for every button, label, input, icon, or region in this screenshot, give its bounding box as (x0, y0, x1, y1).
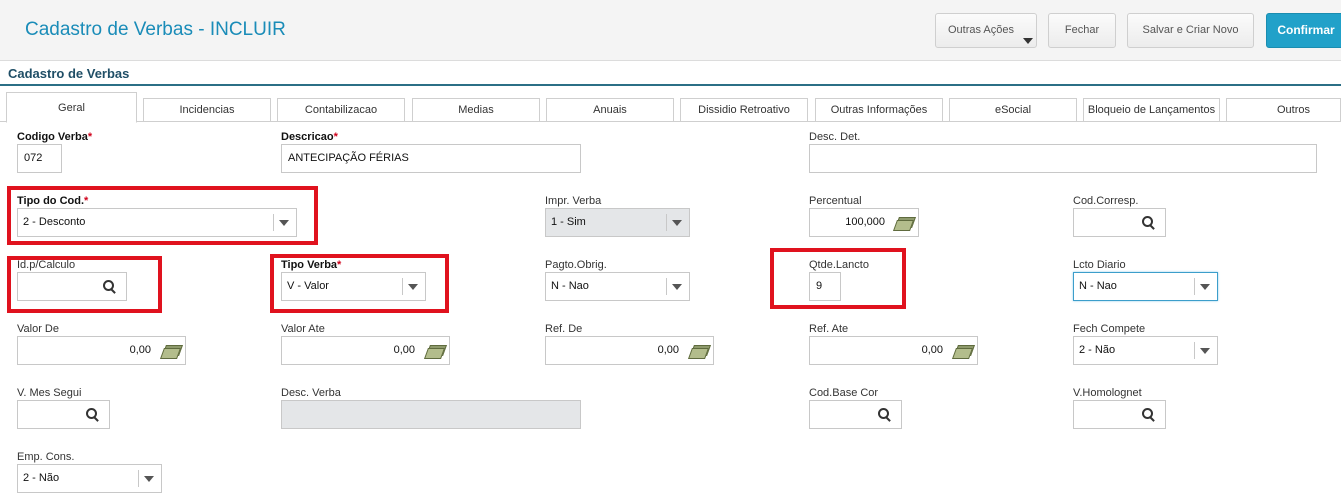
money-icon (162, 345, 181, 357)
v-mes-segui-input[interactable] (17, 400, 110, 429)
ref-de-label: Ref. De (545, 323, 583, 335)
ref-ate-calc-button[interactable] (949, 336, 978, 365)
emp-cons-select[interactable]: 2 - Não (17, 464, 162, 493)
valor-ate-label: Valor Ate (281, 323, 325, 335)
tab-bar: Geral Incidencias Contabilizacao Medias … (0, 92, 1341, 123)
valor-ate-input[interactable]: 0,00 (281, 336, 421, 365)
v-homolognet-input[interactable] (1073, 400, 1166, 429)
emp-cons-label: Emp. Cons. (17, 451, 75, 463)
percentual-label: Percentual (809, 195, 862, 207)
percentual-input[interactable]: 100,000 (809, 208, 891, 237)
valor-de-calc-button[interactable] (157, 336, 186, 365)
fech-compete-label: Fech Compete (1073, 323, 1146, 335)
highlight-tipo-verba (270, 254, 449, 313)
header-bar: Cadastro de Verbas - INCLUIR Outras Açõe… (0, 0, 1341, 61)
select-separator (1194, 342, 1195, 359)
lcto-diario-select[interactable]: N - Nao (1073, 272, 1218, 301)
chevron-down-icon[interactable] (144, 476, 154, 482)
descricao-input[interactable]: ANTECIPAÇÃO FÉRIAS (281, 144, 581, 173)
chevron-down-icon[interactable] (1200, 348, 1210, 354)
valor-de-label: Valor De (17, 323, 59, 335)
emp-cons-value: 2 - Não (23, 472, 60, 484)
tab-outras-informacoes[interactable]: Outras Informações (815, 98, 943, 122)
required-mark: * (87, 131, 93, 143)
impr-verba-value: 1 - Sim (551, 216, 586, 228)
cod-base-cor-label: Cod.Base Cor (809, 387, 879, 399)
search-icon[interactable] (86, 408, 100, 422)
v-homolognet-label: V.Homolognet (1073, 387, 1142, 399)
chevron-down-icon (1023, 38, 1033, 44)
fech-compete-value: 2 - Não (1079, 344, 1116, 356)
tab-bloqueio-lancamentos[interactable]: Bloqueio de Lançamentos (1083, 98, 1220, 122)
pagto-obrig-label: Pagto.Obrig. (545, 259, 607, 271)
codigo-verba-label: Codigo Verba* (17, 131, 93, 143)
tab-dissidio-retroativo[interactable]: Dissidio Retroativo (680, 98, 808, 122)
highlight-id-calculo (7, 256, 162, 313)
tab-esocial[interactable]: eSocial (949, 98, 1077, 122)
pagto-obrig-value: N - Nao (551, 280, 589, 292)
tab-outros[interactable]: Outros (1226, 98, 1341, 122)
select-separator (1194, 278, 1195, 295)
ref-de-input[interactable]: 0,00 (545, 336, 685, 365)
cod-corresp-input[interactable] (1073, 208, 1166, 237)
money-icon (690, 345, 709, 357)
salvar-criar-novo-button[interactable]: Salvar e Criar Novo (1127, 13, 1254, 48)
desc-verba-label: Desc. Verba (281, 387, 341, 399)
cod-corresp-label: Cod.Corresp. (1073, 195, 1139, 207)
highlight-tipo-cod (7, 186, 318, 245)
desc-det-label: Desc. Det. (809, 131, 861, 143)
lcto-diario-label: Lcto Diario (1073, 259, 1126, 271)
section-title: Cadastro de Verbas (8, 66, 130, 81)
tab-geral[interactable]: Geral (6, 92, 137, 123)
fech-compete-select[interactable]: 2 - Não (1073, 336, 1218, 365)
chevron-down-icon[interactable] (672, 220, 682, 226)
pagto-obrig-select[interactable]: N - Nao (545, 272, 690, 301)
outras-acoes-button[interactable]: Outras Ações (935, 13, 1037, 48)
impr-verba-select[interactable]: 1 - Sim (545, 208, 690, 237)
tab-body-border (0, 121, 1341, 122)
confirmar-button[interactable]: Confirmar (1266, 13, 1341, 48)
lcto-diario-value: N - Nao (1079, 280, 1117, 292)
valor-ate-calc-button[interactable] (421, 336, 450, 365)
outras-acoes-label: Outras Ações (947, 24, 1015, 36)
money-icon (895, 217, 914, 229)
money-icon (954, 345, 973, 357)
codigo-verba-input[interactable]: 072 (17, 144, 62, 173)
descricao-label: Descricao* (281, 131, 338, 143)
tab-incidencias[interactable]: Incidencias (143, 98, 271, 122)
money-icon (426, 345, 445, 357)
section-divider (0, 84, 1341, 86)
highlight-qtde-lancto (770, 248, 906, 309)
page-title: Cadastro de Verbas - INCLUIR (25, 19, 286, 40)
select-separator (666, 214, 667, 231)
search-icon[interactable] (1142, 408, 1156, 422)
valor-de-input[interactable]: 0,00 (17, 336, 157, 365)
search-icon[interactable] (878, 408, 892, 422)
required-mark: * (333, 131, 338, 143)
search-icon[interactable] (1142, 216, 1156, 230)
chevron-down-icon[interactable] (672, 284, 682, 290)
ref-de-calc-button[interactable] (685, 336, 714, 365)
v-mes-segui-label: V. Mes Segui (17, 387, 82, 399)
chevron-down-icon[interactable] (1200, 284, 1210, 290)
select-separator (138, 470, 139, 487)
desc-verba-input (281, 400, 581, 429)
desc-det-input[interactable] (809, 144, 1317, 173)
percentual-calc-button[interactable] (891, 208, 919, 237)
fechar-button[interactable]: Fechar (1048, 13, 1116, 48)
ref-ate-input[interactable]: 0,00 (809, 336, 949, 365)
tab-anuais[interactable]: Anuais (546, 98, 674, 122)
tab-contabilizacao[interactable]: Contabilizacao (277, 98, 405, 122)
impr-verba-label: Impr. Verba (545, 195, 602, 207)
cod-base-cor-input[interactable] (809, 400, 902, 429)
tab-medias[interactable]: Medias (412, 98, 540, 122)
select-separator (666, 278, 667, 295)
ref-ate-label: Ref. Ate (809, 323, 849, 335)
